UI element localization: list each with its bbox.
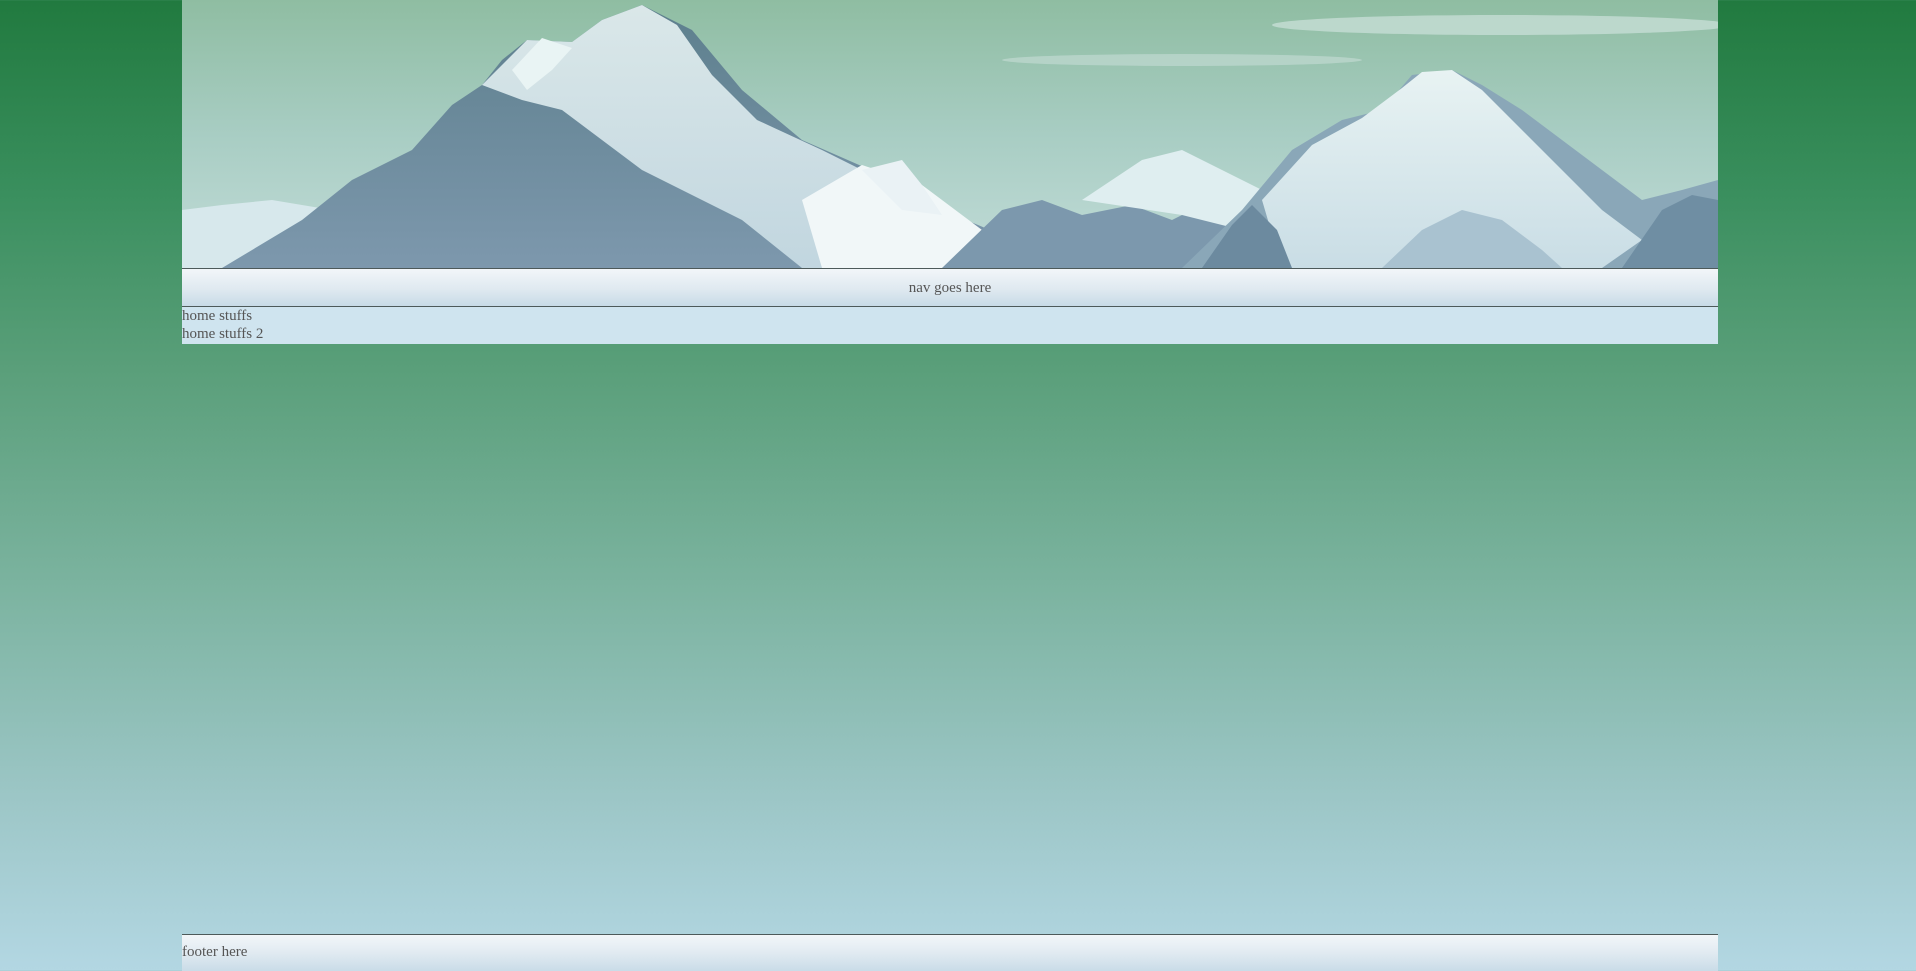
content-item-home-stuffs-2: home stuffs 2 — [182, 326, 264, 342]
page-container: nav goes here home stuffs home stuffs 2 … — [182, 0, 1718, 971]
nav-bar[interactable]: nav goes here — [182, 269, 1718, 307]
header-banner — [182, 0, 1718, 269]
mountain-banner-image — [182, 0, 1718, 268]
footer-text: footer here — [182, 944, 248, 960]
footer: footer here — [182, 934, 1718, 971]
content-item-home-stuffs: home stuffs — [182, 308, 253, 324]
nav-placeholder-text: nav goes here — [908, 280, 992, 296]
main-content: home stuffs home stuffs 2 — [182, 307, 1718, 344]
